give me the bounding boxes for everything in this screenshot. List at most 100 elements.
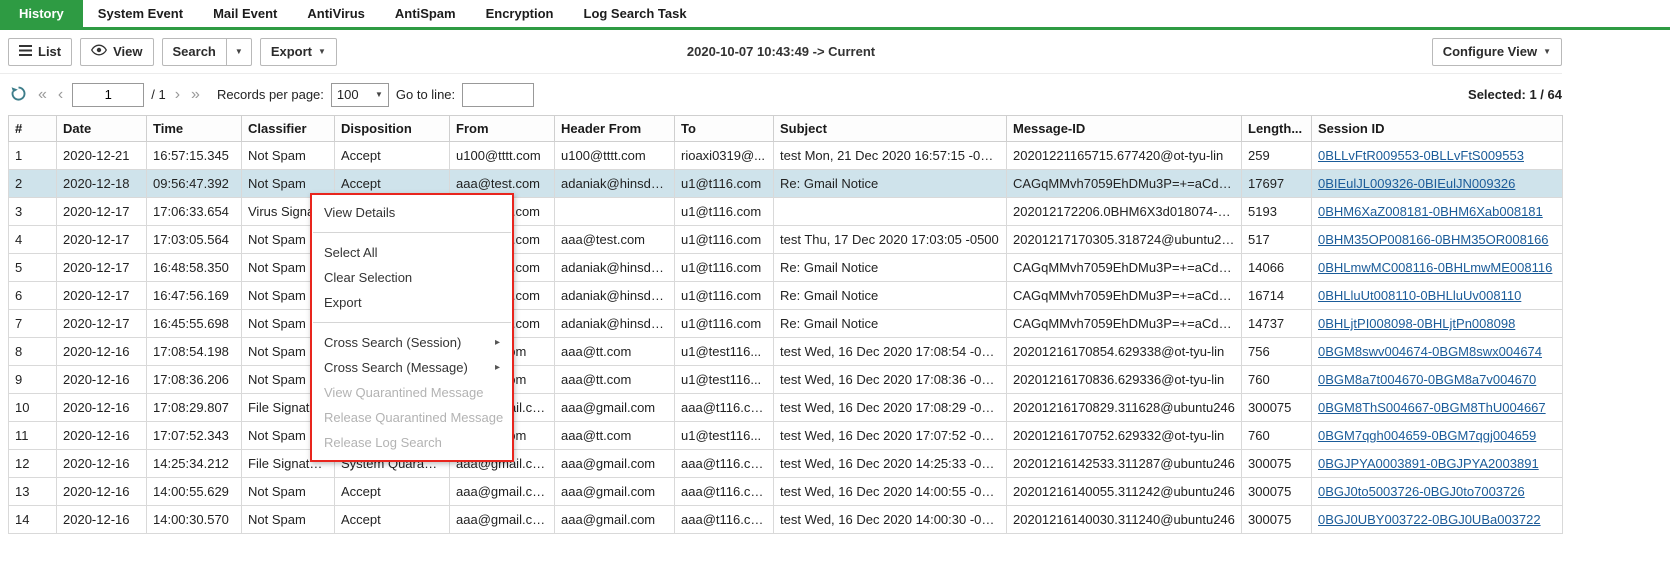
menu-item-label: Release Quarantined Message xyxy=(324,405,503,430)
cell-num: 10 xyxy=(9,394,57,422)
table-row[interactable]: 102020-12-1617:08:29.807File Signatureaa… xyxy=(9,394,1563,422)
table-row[interactable]: 82020-12-1617:08:54.198Not Spamaaa@tt.co… xyxy=(9,338,1563,366)
column-header-time[interactable]: Time xyxy=(147,116,242,142)
session-id-link[interactable]: 0BGM8swv004674-0BGM8swx004674 xyxy=(1318,344,1542,359)
table-row[interactable]: 122020-12-1614:25:34.212File SignatureSy… xyxy=(9,450,1563,478)
menu-item-clear-selection[interactable]: Clear Selection xyxy=(312,265,512,290)
cell-length: 760 xyxy=(1242,366,1312,394)
cell-time: 16:47:56.169 xyxy=(147,282,242,310)
page-number-input[interactable] xyxy=(72,83,144,107)
session-id-link[interactable]: 0BGJ0to5003726-0BGJ0to7003726 xyxy=(1318,484,1525,499)
configure-view-label: Configure View xyxy=(1443,44,1537,59)
cell-time: 17:07:52.343 xyxy=(147,422,242,450)
configure-view-button[interactable]: Configure View ▼ xyxy=(1432,38,1562,66)
cell-date: 2020-12-16 xyxy=(57,394,147,422)
table-row[interactable]: 112020-12-1617:07:52.343Not Spamaaa@tt.c… xyxy=(9,422,1563,450)
table-row[interactable]: 12020-12-2116:57:15.345Not SpamAcceptu10… xyxy=(9,142,1563,170)
go-to-line-input[interactable] xyxy=(462,83,534,107)
session-id-link[interactable]: 0BHLluUt008110-0BHLluUv008110 xyxy=(1318,288,1521,303)
export-button-label: Export xyxy=(271,44,312,59)
menu-item-export[interactable]: Export xyxy=(312,290,512,315)
column-header-classifier[interactable]: Classifier xyxy=(242,116,335,142)
table-row[interactable]: 22020-12-1809:56:47.392Not SpamAcceptaaa… xyxy=(9,170,1563,198)
table-row[interactable]: 32020-12-1717:06:33.654Virus Signatureaa… xyxy=(9,198,1563,226)
cell-disposition: Accept xyxy=(335,506,450,534)
table-row[interactable]: 42020-12-1717:03:05.564Not Spamaaa@test.… xyxy=(9,226,1563,254)
tab-system-event[interactable]: System Event xyxy=(83,0,198,27)
tab-history[interactable]: History xyxy=(0,0,83,27)
submenu-arrow-icon: ▸ xyxy=(495,330,500,355)
cell-time: 17:08:54.198 xyxy=(147,338,242,366)
export-button[interactable]: Export ▼ xyxy=(260,38,337,66)
column-header-length-[interactable]: Length... xyxy=(1242,116,1312,142)
column-header--[interactable]: # xyxy=(9,116,57,142)
search-dropdown-button[interactable]: ▼ xyxy=(227,38,252,66)
cell-to: u1@test116... xyxy=(675,422,774,450)
list-button[interactable]: List xyxy=(8,38,72,66)
tab-encryption[interactable]: Encryption xyxy=(471,0,569,27)
column-header-header-from[interactable]: Header From xyxy=(555,116,675,142)
table-row[interactable]: 52020-12-1716:48:58.350Not Spamaaa@test.… xyxy=(9,254,1563,282)
view-button[interactable]: View xyxy=(80,38,153,66)
tab-antivirus[interactable]: AntiVirus xyxy=(292,0,380,27)
table-row[interactable]: 92020-12-1617:08:36.206Not Spamaaa@tt.co… xyxy=(9,366,1563,394)
next-page-button[interactable]: › xyxy=(173,87,182,103)
session-id-link[interactable]: 0BHLmwMC008116-0BHLmwME008116 xyxy=(1318,260,1552,275)
column-header-to[interactable]: To xyxy=(675,116,774,142)
column-header-message-id[interactable]: Message-ID xyxy=(1007,116,1242,142)
cell-subject: test Wed, 16 Dec 2020 17:08:36 -0500 xyxy=(774,366,1007,394)
log-table-container: #DateTimeClassifierDispositionFromHeader… xyxy=(8,115,1562,534)
session-id-link[interactable]: 0BHM6XaZ008181-0BHM6Xab008181 xyxy=(1318,204,1543,219)
submenu-arrow-icon: ▸ xyxy=(495,355,500,380)
table-row[interactable]: 132020-12-1614:00:55.629Not SpamAcceptaa… xyxy=(9,478,1563,506)
session-id-link[interactable]: 0BLLvFtR009553-0BLLvFtS009553 xyxy=(1318,148,1524,163)
cell-to: aaa@t116.com xyxy=(675,506,774,534)
column-header-date[interactable]: Date xyxy=(57,116,147,142)
cell-header-from: adaniak@hinsdale8... xyxy=(555,310,675,338)
cell-header-from: adaniak@hinsdale8... xyxy=(555,254,675,282)
first-page-button[interactable]: « xyxy=(36,87,49,103)
column-header-disposition[interactable]: Disposition xyxy=(335,116,450,142)
table-row[interactable]: 72020-12-1716:45:55.698Not Spamaaa@test.… xyxy=(9,310,1563,338)
cell-time: 17:03:05.564 xyxy=(147,226,242,254)
cell-time: 09:56:47.392 xyxy=(147,170,242,198)
cell-time: 16:57:15.345 xyxy=(147,142,242,170)
column-header-subject[interactable]: Subject xyxy=(774,116,1007,142)
menu-item-select-all[interactable]: Select All xyxy=(312,240,512,265)
menu-item-view-details[interactable]: View Details xyxy=(312,200,512,225)
cell-date: 2020-12-16 xyxy=(57,366,147,394)
cell-subject: Re: Gmail Notice xyxy=(774,282,1007,310)
session-id-link[interactable]: 0BHM35OP008166-0BHM35OR008166 xyxy=(1318,232,1549,247)
cell-subject: test Thu, 17 Dec 2020 17:03:05 -0500 xyxy=(774,226,1007,254)
tab-log-search-task[interactable]: Log Search Task xyxy=(569,0,702,27)
session-id-link[interactable]: 0BIEulJL009326-0BIEulJN009326 xyxy=(1318,176,1515,191)
session-id-link[interactable]: 0BGM7qgh004659-0BGM7qgj004659 xyxy=(1318,428,1536,443)
session-id-link[interactable]: 0BGM8ThS004667-0BGM8ThU004667 xyxy=(1318,400,1546,415)
last-page-button[interactable]: » xyxy=(189,87,202,103)
menu-item-cross-search-session-[interactable]: Cross Search (Session)▸ xyxy=(312,330,512,355)
view-button-label: View xyxy=(113,44,142,59)
history-log-page: HistorySystem EventMail EventAntiVirusAn… xyxy=(0,0,1670,534)
refresh-button[interactable] xyxy=(8,83,29,107)
tab-antispam[interactable]: AntiSpam xyxy=(380,0,471,27)
session-id-link[interactable]: 0BGJ0UBY003722-0BGJ0UBa003722 xyxy=(1318,512,1541,527)
tab-mail-event[interactable]: Mail Event xyxy=(198,0,292,27)
list-button-label: List xyxy=(38,44,61,59)
table-row[interactable]: 142020-12-1614:00:30.570Not SpamAcceptaa… xyxy=(9,506,1563,534)
cell-num: 6 xyxy=(9,282,57,310)
session-id-link[interactable]: 0BGM8a7t004670-0BGM8a7v004670 xyxy=(1318,372,1536,387)
search-button[interactable]: Search xyxy=(162,38,227,66)
cell-subject xyxy=(774,198,1007,226)
records-per-page-select[interactable]: 100 ▼ xyxy=(331,83,389,107)
session-id-link[interactable]: 0BGJPYA0003891-0BGJPYA2003891 xyxy=(1318,456,1539,471)
session-id-link[interactable]: 0BHLjtPI008098-0BHLjtPn008098 xyxy=(1318,316,1515,331)
column-header-session-id[interactable]: Session ID xyxy=(1312,116,1563,142)
cell-to: u1@test116... xyxy=(675,338,774,366)
prev-page-button[interactable]: ‹ xyxy=(56,87,65,103)
menu-item-cross-search-message-[interactable]: Cross Search (Message)▸ xyxy=(312,355,512,380)
menu-item-label: Export xyxy=(324,290,362,315)
table-row[interactable]: 62020-12-1716:47:56.169Not Spamaaa@test.… xyxy=(9,282,1563,310)
column-header-from[interactable]: From xyxy=(450,116,555,142)
page-total-label: / 1 xyxy=(151,87,165,102)
cell-from: u100@tttt.com xyxy=(450,142,555,170)
